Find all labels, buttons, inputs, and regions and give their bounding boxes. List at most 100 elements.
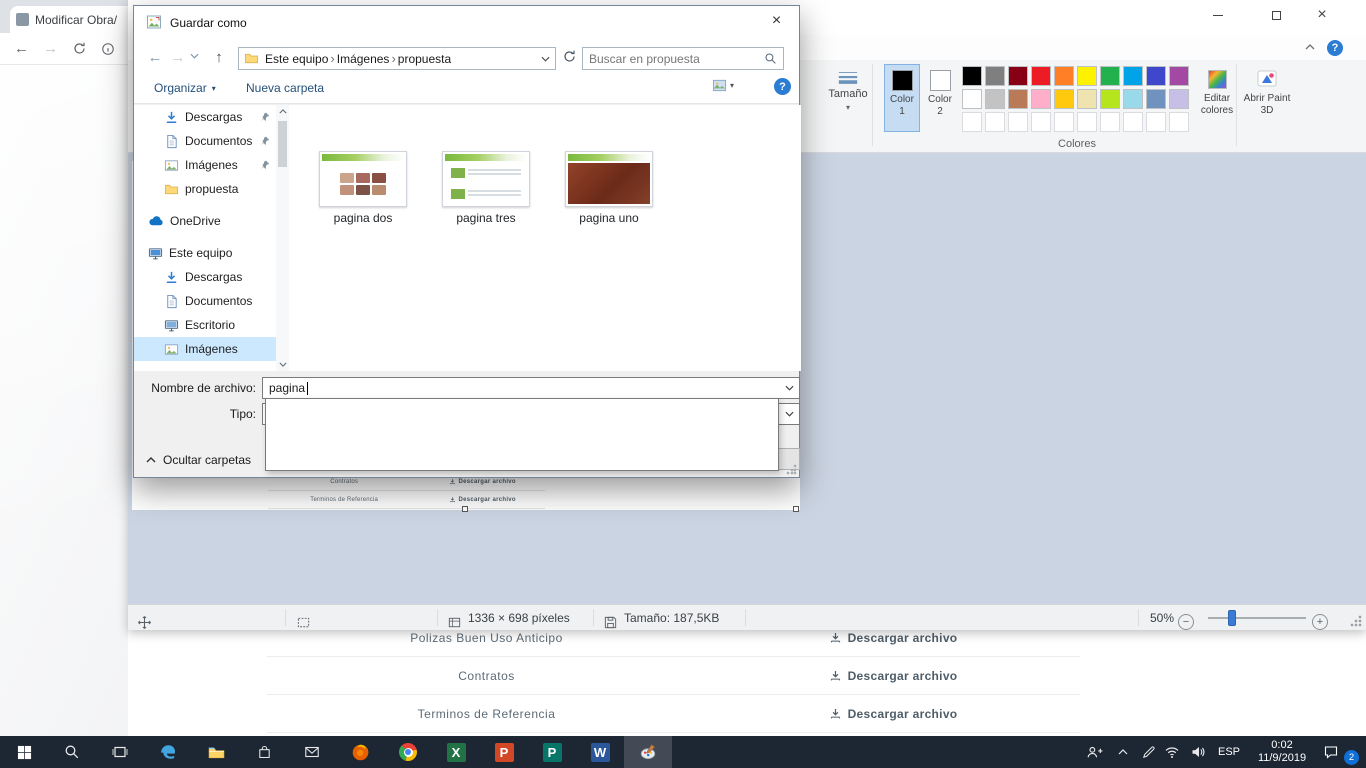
sidebar-item-imágenes[interactable]: Imágenes: [134, 153, 276, 177]
scroll-up-icon[interactable]: [276, 105, 289, 118]
breadcrumb-item[interactable]: propuesta: [396, 52, 453, 66]
size-button[interactable]: Tamaño ▾: [828, 64, 868, 134]
nav-forward-button[interactable]: →: [167, 46, 189, 68]
color-swatch[interactable]: [1169, 66, 1189, 86]
zoom-out-icon[interactable]: −: [1178, 614, 1194, 630]
color-swatch[interactable]: [1146, 66, 1166, 86]
sidebar-item-propuesta[interactable]: propuesta: [134, 177, 276, 201]
dialog-resize-grip[interactable]: [785, 463, 797, 475]
help-icon[interactable]: ?: [1327, 40, 1343, 56]
color-swatch[interactable]: [1169, 89, 1189, 109]
color-swatch[interactable]: [1100, 66, 1120, 86]
download-link[interactable]: Descargar archivo: [706, 669, 1080, 683]
file-item[interactable]: pagina tres: [430, 151, 542, 225]
clock[interactable]: 0:02 11/9/2019: [1248, 736, 1316, 768]
search-box[interactable]: Buscar en propuesta: [582, 47, 784, 70]
maximize-button[interactable]: [1254, 0, 1298, 30]
sidebar-item-este-equipo[interactable]: Este equipo: [134, 241, 276, 265]
file-item[interactable]: pagina uno: [553, 151, 665, 225]
pen-icon[interactable]: [1137, 736, 1159, 768]
taskbar-start-button[interactable]: [0, 736, 48, 768]
taskbar-file-explorer-button[interactable]: [192, 736, 240, 768]
color-swatch[interactable]: [1123, 66, 1143, 86]
color1-button[interactable]: Color 1: [884, 64, 920, 132]
color-swatch[interactable]: [962, 89, 982, 109]
color2-button[interactable]: Color 2: [922, 64, 958, 132]
window-resize-grip[interactable]: [1350, 615, 1362, 627]
color-swatch[interactable]: [1077, 89, 1097, 109]
taskbar-mail-button[interactable]: [288, 736, 336, 768]
taskbar-task-view-button[interactable]: [96, 736, 144, 768]
search-icon[interactable]: [764, 52, 777, 65]
scrollbar-thumb[interactable]: [278, 121, 287, 167]
language-indicator[interactable]: ESP: [1212, 736, 1246, 768]
color-swatch[interactable]: [1031, 89, 1051, 109]
sidebar-item-escritorio[interactable]: Escritorio: [134, 313, 276, 337]
address-bar[interactable]: Este equipo›Imágenes›propuesta: [238, 47, 556, 70]
hide-folders-button[interactable]: Ocultar carpetas: [146, 450, 251, 470]
sidebar-item-descargas[interactable]: Descargas: [134, 265, 276, 289]
color-swatch[interactable]: [985, 89, 1005, 109]
refresh-icon[interactable]: [562, 49, 577, 64]
edit-colors-button[interactable]: Editar colores: [1196, 64, 1238, 136]
new-folder-button[interactable]: Nueva carpeta: [246, 76, 324, 100]
color-swatch[interactable]: [1054, 89, 1074, 109]
zoom-in-icon[interactable]: +: [1312, 614, 1328, 630]
dialog-close-button[interactable]: ×: [754, 6, 799, 36]
zoom-slider-track[interactable]: [1208, 617, 1306, 619]
taskbar-firefox-button[interactable]: [336, 736, 384, 768]
open-paint3d-button[interactable]: Abrir Paint 3D: [1242, 64, 1292, 136]
download-link[interactable]: Descargar archivo: [706, 631, 1080, 645]
color-swatch[interactable]: [1031, 66, 1051, 86]
browser-back-icon[interactable]: ←: [14, 40, 29, 57]
sidebar-item-documentos[interactable]: Documentos: [134, 289, 276, 313]
resize-handle-corner[interactable]: [793, 506, 799, 512]
sidebar-item-documentos[interactable]: Documentos: [134, 129, 276, 153]
taskbar-edge-button[interactable]: [144, 736, 192, 768]
color-swatch[interactable]: [1054, 66, 1074, 86]
sidebar-item-descargas[interactable]: Descargas: [134, 105, 276, 129]
nav-back-button[interactable]: ←: [144, 46, 166, 68]
nav-up-button[interactable]: ↑: [208, 46, 230, 68]
collapse-ribbon-icon[interactable]: [1305, 44, 1315, 50]
filetype-dropdown-icon[interactable]: [781, 405, 798, 423]
breadcrumb-item[interactable]: Este equipo: [263, 52, 330, 66]
filename-dropdown-icon[interactable]: [781, 379, 798, 397]
taskbar-powerpoint-button[interactable]: P: [480, 736, 528, 768]
tray-chevron-up-icon[interactable]: [1112, 736, 1134, 768]
organize-button[interactable]: Organizar ▾: [154, 76, 216, 100]
filename-input[interactable]: pagina: [262, 377, 800, 399]
file-item[interactable]: pagina dos: [307, 151, 419, 225]
taskbar-search-button[interactable]: [48, 736, 96, 768]
browser-reload-icon[interactable]: [72, 41, 87, 56]
minimize-button[interactable]: [1196, 0, 1240, 30]
color-swatch[interactable]: [1008, 89, 1028, 109]
speaker-icon[interactable]: [1186, 736, 1210, 768]
wifi-icon[interactable]: [1161, 736, 1183, 768]
taskbar-paint-button[interactable]: [624, 736, 672, 768]
color-swatch[interactable]: [985, 66, 1005, 86]
action-center-icon[interactable]: [1318, 736, 1344, 768]
taskbar-publisher-button[interactable]: P: [528, 736, 576, 768]
chrome-tab[interactable]: Modificar Obra/: [10, 6, 140, 33]
dialog-help-icon[interactable]: ?: [774, 78, 791, 95]
taskbar-word-button[interactable]: W: [576, 736, 624, 768]
taskbar-excel-button[interactable]: X: [432, 736, 480, 768]
taskbar-chrome-button[interactable]: [384, 736, 432, 768]
color-swatch[interactable]: [1123, 89, 1143, 109]
taskbar-store-button[interactable]: [240, 736, 288, 768]
address-dropdown-icon[interactable]: [541, 56, 550, 62]
color-swatch[interactable]: [1146, 89, 1166, 109]
color-swatch[interactable]: [1100, 89, 1120, 109]
sidebar-item-onedrive[interactable]: OneDrive: [134, 209, 276, 233]
color-swatch[interactable]: [962, 66, 982, 86]
color-swatch[interactable]: [1077, 66, 1097, 86]
resize-handle-bottom[interactable]: [462, 506, 468, 512]
site-info-icon[interactable]: [101, 42, 115, 56]
browser-forward-icon[interactable]: →: [43, 40, 58, 57]
breadcrumb-item[interactable]: Imágenes: [335, 52, 392, 66]
scroll-down-icon[interactable]: [276, 358, 289, 371]
zoom-slider-thumb[interactable]: [1228, 610, 1236, 626]
color-swatch[interactable]: [1008, 66, 1028, 86]
nav-history-chevron-icon[interactable]: [190, 53, 199, 59]
